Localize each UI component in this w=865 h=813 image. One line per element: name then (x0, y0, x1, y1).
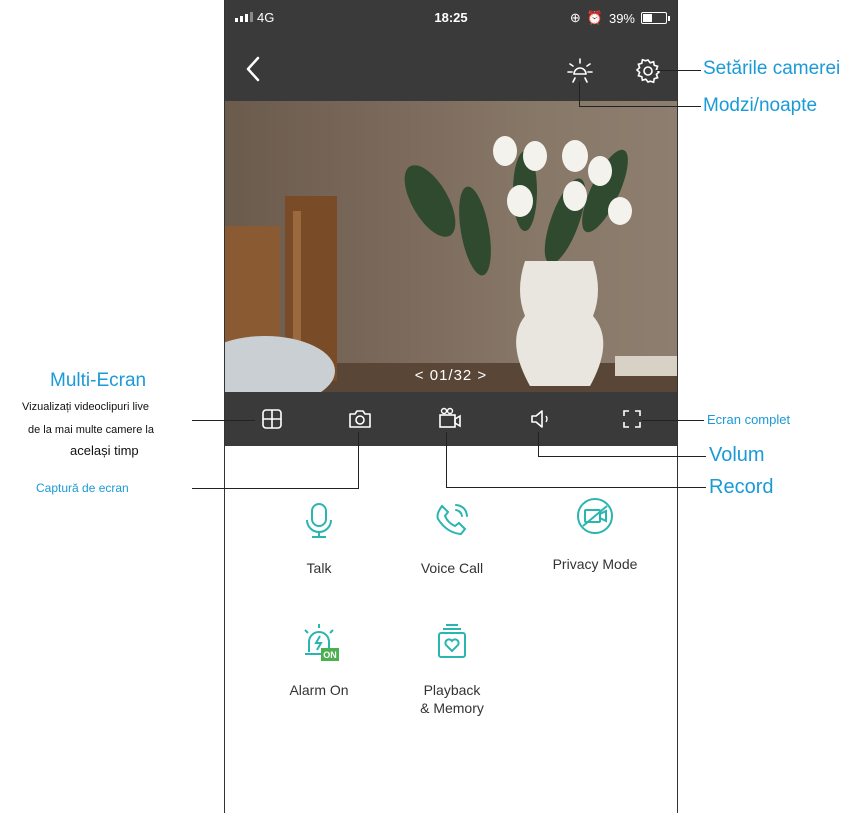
microphone-icon (306, 503, 332, 538)
phone-screen: 4G 18:25 ⊕ ⏰ 39% < 01/32 > Talk Voice Ca… (224, 0, 678, 813)
alarm-clock-icon: ⏰ (586, 10, 603, 25)
video-camera-icon (439, 407, 461, 428)
alarm-on-label: Alarm On (289, 682, 349, 698)
chevron-left-icon (246, 56, 260, 82)
voice-call-label: Voice Call (420, 560, 484, 576)
video-toolbar (225, 392, 677, 446)
clip-counter[interactable]: < 01/32 > (225, 367, 677, 384)
multi-screen-desc-line-1: Vizualizați videoclipuri live (22, 401, 149, 413)
multi-screen-button[interactable] (259, 406, 285, 432)
record-annotation: Record (709, 476, 774, 498)
expand-icon (623, 410, 641, 428)
settings-button[interactable] (633, 56, 663, 86)
screenshot-pointer-vertical (358, 432, 359, 489)
privacy-mode-button[interactable]: Privacy Mode (535, 496, 655, 573)
screenshot-annotation: Captură de ecran (36, 481, 129, 495)
alarm-light-icon: ON (304, 624, 339, 661)
screenshot-button[interactable] (347, 406, 373, 432)
volume-pointer-horizontal (538, 456, 706, 457)
fullscreen-button[interactable] (619, 406, 645, 432)
multi-screen-desc-line-3: același timp (70, 443, 139, 458)
settings-pointer-line (656, 70, 701, 71)
daynight-pointer-vertical (579, 82, 580, 107)
multi-screen-pointer-line (192, 420, 255, 421)
voice-call-button[interactable]: Voice Call (392, 500, 512, 577)
camera-icon (349, 410, 371, 428)
back-button[interactable] (239, 54, 269, 84)
volume-button[interactable] (528, 406, 554, 432)
phone-call-icon (436, 504, 468, 536)
multi-screen-annotation-title: Multi-Ecran (50, 370, 147, 391)
talk-label: Talk (306, 560, 332, 576)
status-bar: 4G 18:25 ⊕ ⏰ 39% (225, 0, 677, 38)
volume-pointer-vertical (538, 432, 539, 457)
day-night-button[interactable] (565, 56, 595, 86)
talk-button[interactable]: Talk (259, 500, 379, 577)
video-scene (225, 136, 677, 392)
screenshot-pointer-horizontal (192, 488, 359, 489)
privacy-mode-label: Privacy Mode (552, 556, 638, 572)
camera-settings-annotation: Setările camerei (703, 58, 841, 79)
gear-icon (635, 58, 661, 84)
grid-icon (262, 409, 282, 429)
playback-memory-label: Playback & Memory (420, 682, 484, 716)
multi-screen-desc-line-2: de la mai multe camere la (28, 424, 154, 436)
nav-bar (225, 38, 677, 101)
sun-bulb-icon (567, 58, 593, 83)
record-pointer-horizontal (446, 487, 706, 488)
rotation-lock-icon: ⊕ (569, 10, 581, 25)
full-screen-annotation: Ecran complet (707, 412, 791, 427)
alarm-on-button[interactable]: ON Alarm On (259, 622, 379, 699)
fullscreen-pointer-line (642, 420, 704, 421)
memory-card-icon (438, 624, 466, 658)
daynight-pointer-horizontal (579, 106, 701, 107)
speaker-icon (531, 410, 548, 428)
live-video-feed[interactable]: < 01/32 > (225, 101, 677, 392)
playback-memory-button[interactable]: Playback & Memory (392, 622, 512, 717)
volume-annotation: Volum (709, 444, 765, 466)
battery-icon (641, 12, 670, 24)
record-button[interactable] (437, 406, 463, 432)
record-pointer-vertical (446, 432, 447, 488)
battery-percent: 39% (608, 10, 635, 26)
status-right: ⊕ ⏰ 39% (569, 10, 670, 26)
day-night-annotation: Modzi/noapte (703, 95, 818, 116)
camera-off-icon (577, 498, 613, 534)
on-badge: ON (323, 650, 337, 660)
